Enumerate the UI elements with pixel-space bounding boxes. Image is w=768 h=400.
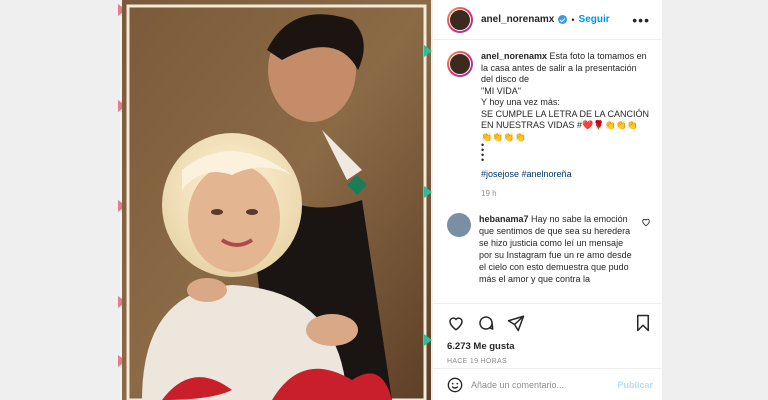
commenter-avatar[interactable] bbox=[447, 213, 471, 237]
photo-illustration bbox=[122, 0, 431, 400]
left-margin bbox=[0, 0, 120, 400]
caption-text: anel_norenamx Esta foto la tomamos en la… bbox=[481, 51, 651, 199]
caption-line: • bbox=[481, 155, 485, 165]
post-photo[interactable] bbox=[122, 0, 431, 400]
green-triangle-marker bbox=[424, 45, 432, 57]
post-header: anel_norenamx • Seguir ••• bbox=[433, 0, 662, 40]
green-triangle-marker bbox=[424, 186, 432, 198]
post-timestamp[interactable]: HACE 19 HORAS bbox=[447, 358, 651, 365]
action-icons bbox=[447, 312, 651, 334]
green-triangle-marker bbox=[424, 334, 432, 346]
caption-avatar[interactable] bbox=[447, 51, 473, 77]
add-comment-bar: Publicar bbox=[433, 368, 663, 400]
caption-line: 👏👏👏👏 bbox=[481, 131, 526, 142]
right-margin bbox=[660, 0, 768, 400]
heart-icon[interactable] bbox=[447, 314, 465, 332]
add-comment-input[interactable] bbox=[471, 379, 611, 390]
screen: { "post": { "username": "anel_norenamx",… bbox=[0, 0, 768, 400]
post-sidebar: anel_norenamx • Seguir ••• anel_norenamx… bbox=[432, 0, 663, 400]
comment-like-icon[interactable] bbox=[641, 217, 651, 227]
caption-author[interactable]: anel_norenamx bbox=[481, 51, 547, 61]
comment-text: hebanama7 Hay no sabe la emoción que sen… bbox=[479, 213, 637, 285]
comment: hebanama7 Hay no sabe la emoción que sen… bbox=[447, 213, 651, 285]
share-icon[interactable] bbox=[507, 314, 525, 332]
commenter-username[interactable]: hebanama7 bbox=[479, 214, 529, 224]
caption-time[interactable]: 19 h bbox=[481, 188, 651, 200]
publish-button[interactable]: Publicar bbox=[617, 380, 653, 390]
follow-button[interactable]: Seguir bbox=[579, 14, 610, 25]
bookmark-icon[interactable] bbox=[635, 314, 651, 332]
verified-icon bbox=[558, 15, 568, 24]
separator-dot: • bbox=[571, 14, 575, 25]
action-bar: 6.273 Me gusta HACE 19 HORAS bbox=[433, 303, 663, 365]
comments-area[interactable]: anel_norenamx Esta foto la tomamos en la… bbox=[433, 41, 663, 303]
caption: anel_norenamx Esta foto la tomamos en la… bbox=[447, 51, 651, 199]
more-options-icon[interactable]: ••• bbox=[632, 12, 650, 28]
caption-line: "MI VIDA" bbox=[481, 85, 521, 96]
caption-line: SE CUMPLE LA LETRA DE LA CANCIÓN EN NUES… bbox=[481, 108, 650, 131]
likes-count[interactable]: 6.273 Me gusta bbox=[447, 341, 651, 352]
comment-icon[interactable] bbox=[477, 314, 495, 332]
comment-body: Hay no sabe la emoción que sentimos de q… bbox=[479, 214, 632, 284]
caption-line: Y hoy una vez más: bbox=[481, 97, 560, 107]
caption-hashtags[interactable]: #josejose #anelnoreña bbox=[481, 169, 651, 181]
emoji-icon[interactable] bbox=[447, 377, 463, 393]
author-username[interactable]: anel_norenamx bbox=[481, 14, 554, 25]
author-avatar[interactable] bbox=[447, 6, 473, 33]
